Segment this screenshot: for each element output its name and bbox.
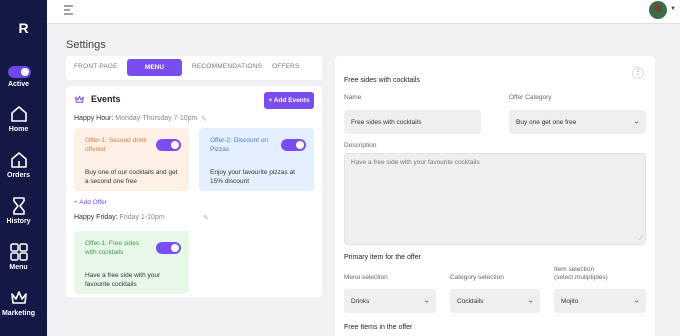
- offer-category-select[interactable]: Buy one get one free: [509, 110, 646, 134]
- active-toggle[interactable]: [8, 66, 31, 78]
- add-offer-link[interactable]: + Add Offer: [74, 199, 107, 206]
- home-icon: [10, 106, 27, 122]
- name-field[interactable]: Free sides with cocktails: [344, 110, 481, 134]
- offer-toggle[interactable]: [156, 242, 181, 254]
- sidebar-item-orders[interactable]: Orders: [0, 150, 37, 179]
- app-logo[interactable]: R: [0, 20, 47, 36]
- free-items-title: Free Items in the offer: [344, 324, 413, 331]
- offer-detail-card: Free sides with cocktails ⋮ Name Free si…: [335, 56, 655, 336]
- page-title: Settings: [66, 39, 106, 51]
- crown-icon: [10, 291, 27, 304]
- offer-toggle[interactable]: [281, 139, 306, 151]
- offer-category-label: Offer Category: [509, 94, 552, 101]
- event-schedule: Friday 1-10pm: [119, 214, 165, 221]
- resize-grip-icon[interactable]: ⟋: [639, 236, 643, 243]
- event-name: Happy Friday:: [74, 214, 118, 221]
- hourglass-icon: [12, 197, 25, 215]
- offer-card[interactable]: Offer-1: Free sides with cocktails Have …: [74, 231, 189, 294]
- tab-offers[interactable]: OFFERS: [272, 63, 300, 70]
- hamburger-icon[interactable]: [64, 5, 75, 15]
- item-selection-label: Item selection (select muliptiples): [554, 266, 608, 281]
- event-heading-happy-hour: Happy Hour: Monday-Thursday 7-10pm: [74, 115, 197, 122]
- sidebar: R Active Home Orders History Menu Market…: [0, 0, 47, 336]
- edit-icon[interactable]: ✎: [203, 214, 209, 222]
- avatar[interactable]: [649, 1, 667, 19]
- sidebar-item-label: History: [6, 218, 31, 225]
- tab-recommendations[interactable]: RECOMMENDATIONS: [192, 63, 262, 70]
- sidebar-item-label: Menu: [9, 264, 28, 271]
- sidebar-item-label: Home: [8, 126, 29, 133]
- event-name: Happy Hour:: [74, 115, 114, 122]
- events-title: Events: [91, 94, 121, 104]
- more-options-icon[interactable]: ⋮: [632, 67, 644, 79]
- offer-description: Have a free side with your favourite coc…: [74, 266, 189, 294]
- offer-card[interactable]: Offer-1: Second drink offered Buy one of…: [74, 128, 189, 191]
- active-label: Active: [7, 81, 29, 88]
- sidebar-item-menu[interactable]: Menu: [0, 242, 37, 271]
- crown-icon: [75, 95, 84, 103]
- tab-front-page[interactable]: FRONT PAGE: [74, 63, 118, 70]
- top-bar: ▼: [47, 0, 680, 24]
- offer-description: Buy one of our cocktails and get a secon…: [74, 163, 189, 191]
- event-schedule: Monday-Thursday 7-10pm: [115, 115, 198, 122]
- sidebar-item-marketing[interactable]: Marketing: [0, 288, 37, 317]
- settings-tabs: FRONT PAGE MENU RECOMMENDATIONS OFFERS: [66, 56, 322, 80]
- primary-item-title: Primary item for the offer: [344, 254, 421, 261]
- sidebar-item-home[interactable]: Home: [0, 104, 37, 133]
- description-textarea[interactable]: Have a free side with your favourite coc…: [344, 153, 646, 245]
- events-card: Events + Add Events Happy Hour: Monday-T…: [66, 86, 322, 297]
- sidebar-item-label: Marketing: [1, 310, 36, 317]
- category-selection-select[interactable]: Cocktails: [450, 289, 540, 313]
- menu-selection-select[interactable]: Drinks: [344, 289, 436, 313]
- sidebar-item-label: Orders: [7, 172, 30, 179]
- offer-toggle[interactable]: [156, 139, 181, 151]
- sidebar-item-history[interactable]: History: [0, 196, 37, 225]
- orders-icon: [10, 152, 27, 168]
- item-selection-select[interactable]: Mojito: [554, 289, 646, 313]
- offer-name: Offer-2: Discount on Pizzas: [210, 137, 269, 153]
- description-text: Have a free side with your favourite coc…: [351, 159, 480, 166]
- offer-name: Offer-1: Second drink offered: [85, 137, 147, 153]
- event-heading-happy-friday: Happy Friday: Friday 1-10pm: [74, 214, 165, 221]
- edit-icon[interactable]: ✎: [201, 115, 207, 123]
- offer-description: Enjoy your favourite pizzas at 15% disco…: [199, 163, 314, 191]
- detail-title: Free sides with cocktails: [344, 77, 420, 84]
- description-label: Description: [344, 142, 377, 149]
- offer-name: Offer-1: Free sides with cocktails: [85, 240, 140, 256]
- grid-icon: [9, 243, 28, 261]
- name-label: Name: [344, 94, 362, 101]
- menu-selection-label: Menu selection: [344, 274, 388, 281]
- category-selection-label: Category selection: [450, 274, 504, 281]
- chevron-down-icon[interactable]: ▼: [670, 6, 676, 12]
- tab-menu[interactable]: MENU: [127, 59, 182, 76]
- offer-card[interactable]: Offer-2: Discount on Pizzas Enjoy your f…: [199, 128, 314, 191]
- add-events-button[interactable]: + Add Events: [264, 92, 314, 109]
